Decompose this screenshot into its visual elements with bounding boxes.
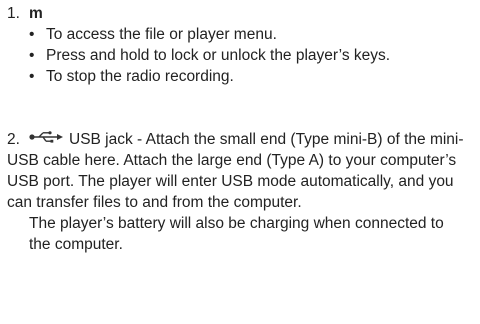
bullet-text: To stop the radio recording.	[46, 68, 234, 85]
bullet-item: • Press and hold to lock or unlock the p…	[7, 45, 468, 66]
bullet-item: • To access the file or player menu.	[7, 24, 468, 45]
item-number: 1.	[7, 5, 20, 22]
bullet-item: • To stop the radio recording.	[7, 66, 468, 87]
bullet-text: To access the file or player menu.	[46, 26, 277, 43]
bullet-text: Press and hold to lock or unlock the pla…	[46, 47, 391, 64]
usb-description: USB jack - Attach the small end (Type mi…	[7, 131, 464, 211]
bullet-icon: •	[29, 68, 35, 85]
bullet-icon: •	[29, 26, 35, 43]
usb-paragraph-block: 2. USB jack - Attach the small end (Type…	[7, 129, 468, 213]
charging-note: The player’s battery will also be chargi…	[29, 215, 444, 253]
manual-page: 1. m • To access the file or player menu.…	[0, 0, 480, 324]
bullet-icon: •	[29, 47, 35, 64]
bullet-list: • To access the file or player menu. • P…	[7, 24, 468, 87]
usb-icon	[29, 128, 63, 149]
item-heading: 1. m	[7, 3, 468, 24]
list-item-usb-jack: 2. USB jack - Attach the small end (Type…	[7, 129, 468, 255]
list-item-menu-key: 1. m • To access the file or player menu.…	[7, 3, 468, 87]
menu-key-label: m	[29, 5, 43, 22]
item-number: 2.	[7, 131, 20, 148]
